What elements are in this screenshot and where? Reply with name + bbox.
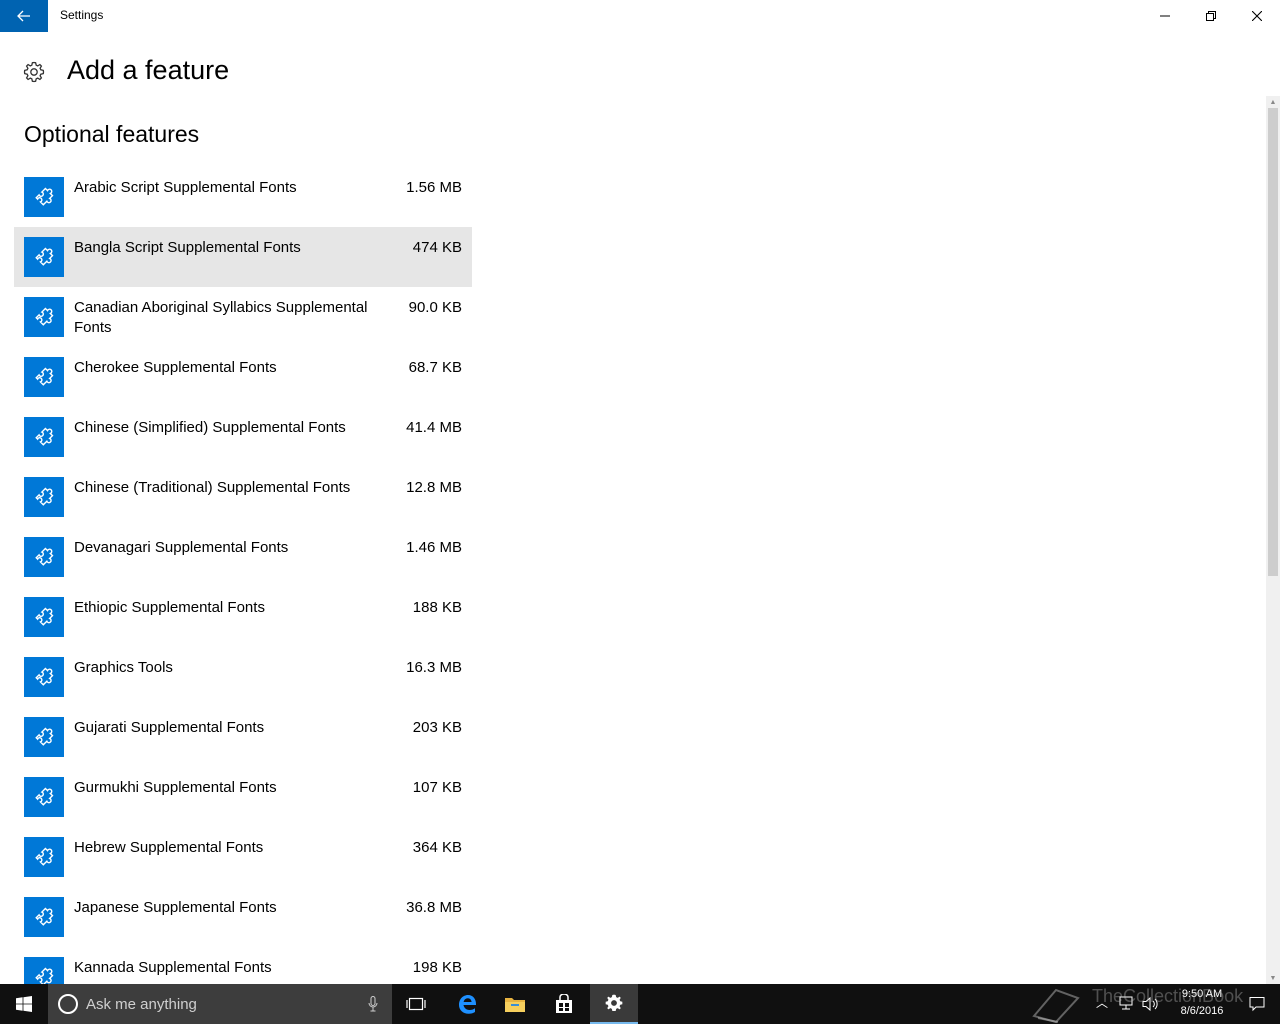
feature-item[interactable]: Chinese (Traditional) Supplemental Fonts… <box>14 467 472 527</box>
feature-name: Canadian Aboriginal Syllabics Supplement… <box>74 299 368 336</box>
close-icon <box>1252 11 1262 21</box>
back-button[interactable] <box>0 0 48 32</box>
feature-item[interactable]: Japanese Supplemental Fonts 36.8 MB <box>14 887 472 947</box>
puzzle-piece-icon <box>24 537 64 577</box>
feature-item[interactable]: Bangla Script Supplemental Fonts 474 KB <box>14 227 472 287</box>
puzzle-piece-icon <box>24 237 64 277</box>
feature-name: Gurmukhi Supplemental Fonts <box>74 779 277 796</box>
feature-size: 188 KB <box>412 599 462 616</box>
puzzle-piece-icon <box>24 657 64 697</box>
scroll-thumb[interactable] <box>1268 108 1278 576</box>
minimize-icon <box>1160 15 1170 17</box>
puzzle-piece-icon <box>24 597 64 637</box>
windows-logo-icon <box>16 996 32 1012</box>
feature-size: 41.4 MB <box>406 419 462 436</box>
feature-size: 90.0 KB <box>408 299 462 316</box>
feature-item[interactable]: Kannada Supplemental Fonts 198 KB <box>14 947 472 984</box>
task-view-icon <box>406 997 426 1011</box>
feature-size: 474 KB <box>412 239 462 256</box>
scroll-up-arrow-icon[interactable]: ▲ <box>1266 96 1280 108</box>
feature-item[interactable]: Devanagari Supplemental Fonts 1.46 MB <box>14 527 472 587</box>
notification-icon <box>1249 997 1265 1012</box>
feature-size: 68.7 KB <box>408 359 462 376</box>
store-bag-icon <box>556 994 572 1013</box>
puzzle-piece-icon <box>24 417 64 457</box>
puzzle-piece-icon <box>24 357 64 397</box>
restore-icon <box>1206 11 1216 21</box>
app-title: Settings <box>60 8 104 22</box>
feature-item[interactable]: Canadian Aboriginal Syllabics Supplement… <box>14 287 472 347</box>
page-title: Add a feature <box>67 55 230 85</box>
feature-name: Kannada Supplemental Fonts <box>74 959 272 976</box>
feature-item[interactable]: Graphics Tools 16.3 MB <box>14 647 472 707</box>
feature-size: 36.8 MB <box>406 899 462 916</box>
edge-taskbar-button[interactable] <box>443 984 491 1024</box>
puzzle-piece-icon <box>24 717 64 757</box>
gear-icon <box>605 994 623 1011</box>
feature-size: 1.46 MB <box>406 539 462 556</box>
vertical-scrollbar[interactable]: ▲ ▼ <box>1266 96 1280 984</box>
puzzle-piece-icon <box>24 837 64 877</box>
feature-size: 12.8 MB <box>406 479 462 496</box>
feature-item[interactable]: Gurmukhi Supplemental Fonts 107 KB <box>14 767 472 827</box>
feature-name: Bangla Script Supplemental Fonts <box>74 239 301 256</box>
puzzle-piece-icon <box>24 297 64 337</box>
title-bar: Settings <box>0 0 1280 32</box>
minimize-button[interactable] <box>1142 0 1188 32</box>
feature-name: Graphics Tools <box>74 659 173 676</box>
feature-name: Arabic Script Supplemental Fonts <box>74 179 297 196</box>
edge-browser-icon <box>459 995 476 1014</box>
book-logo-icon <box>1032 988 1080 1024</box>
scroll-down-arrow-icon[interactable]: ▼ <box>1266 972 1280 984</box>
cortana-icon <box>58 994 78 1014</box>
feature-name: Devanagari Supplemental Fonts <box>74 539 289 556</box>
feature-name: Chinese (Simplified) Supplemental Fonts <box>74 419 346 436</box>
puzzle-piece-icon <box>24 957 64 984</box>
taskbar: Ask me anything ︿ 9:50 AM 8/6/2016 <box>0 984 1280 1024</box>
feature-size: 107 KB <box>412 779 462 796</box>
optional-features-list: Arabic Script Supplemental Fonts 1.56 MB… <box>14 167 472 984</box>
gear-icon <box>23 61 45 83</box>
feature-size: 16.3 MB <box>406 659 462 676</box>
feature-name: Ethiopic Supplemental Fonts <box>74 599 265 616</box>
watermark-text: TheCollectionBook <box>1092 986 1244 1006</box>
section-title: Optional features <box>24 121 200 147</box>
puzzle-piece-icon <box>24 477 64 517</box>
search-placeholder: Ask me anything <box>86 995 197 1013</box>
restore-button[interactable] <box>1188 0 1234 32</box>
puzzle-piece-icon <box>24 177 64 217</box>
feature-size: 198 KB <box>412 959 462 976</box>
arrow-left-icon <box>17 10 30 22</box>
feature-item[interactable]: Chinese (Simplified) Supplemental Fonts … <box>14 407 472 467</box>
feature-item[interactable]: Hebrew Supplemental Fonts 364 KB <box>14 827 472 887</box>
feature-item[interactable]: Ethiopic Supplemental Fonts 188 KB <box>14 587 472 647</box>
microphone-icon[interactable] <box>368 996 378 1012</box>
feature-item[interactable]: Arabic Script Supplemental Fonts 1.56 MB <box>14 167 472 227</box>
feature-item[interactable]: Gujarati Supplemental Fonts 203 KB <box>14 707 472 767</box>
file-explorer-button[interactable] <box>491 984 539 1024</box>
puzzle-piece-icon <box>24 777 64 817</box>
feature-name: Gujarati Supplemental Fonts <box>74 719 265 736</box>
settings-taskbar-button[interactable] <box>590 984 638 1024</box>
start-button[interactable] <box>0 984 48 1024</box>
feature-size: 203 KB <box>412 719 462 736</box>
task-view-button[interactable] <box>392 984 440 1024</box>
feature-name: Japanese Supplemental Fonts <box>74 899 277 916</box>
store-button[interactable] <box>540 984 588 1024</box>
feature-item[interactable]: Cherokee Supplemental Fonts 68.7 KB <box>14 347 472 407</box>
puzzle-piece-icon <box>24 897 64 937</box>
feature-name: Cherokee Supplemental Fonts <box>74 359 277 376</box>
close-button[interactable] <box>1234 0 1280 32</box>
feature-name: Chinese (Traditional) Supplemental Fonts <box>74 479 351 496</box>
feature-name: Hebrew Supplemental Fonts <box>74 839 264 856</box>
cortana-search-box[interactable]: Ask me anything <box>48 984 392 1024</box>
feature-size: 364 KB <box>412 839 462 856</box>
feature-size: 1.56 MB <box>406 179 462 196</box>
folder-icon <box>505 998 525 1012</box>
